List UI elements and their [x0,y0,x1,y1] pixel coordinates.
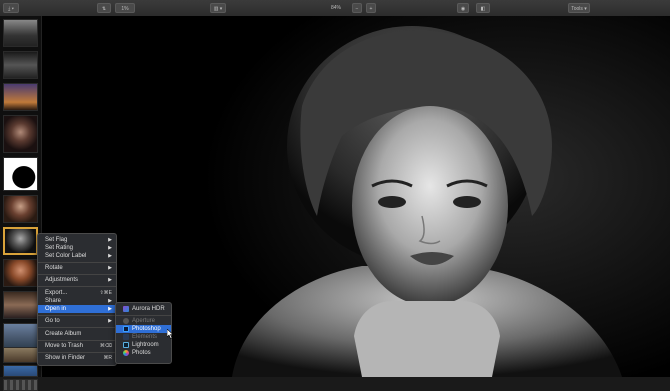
menu-item-create-album[interactable]: Create Album [38,330,116,338]
submenu-item-lightroom[interactable]: Lightroom [116,341,171,349]
submenu-label: Aperture [132,318,156,324]
submenu-arrow-icon: ▶ [108,253,112,259]
tools-button[interactable]: Tools ▾ [568,3,590,13]
top-toolbar: ⤓ ▾ ⇅ 1% ▥ ▾ 84% − + ◉ ◧ Tools ▾ [0,0,670,17]
menu-label: Adjustments [45,277,79,283]
submenu-item-elements: Elements [116,333,171,341]
thumbnail-sidebar[interactable] [0,16,42,391]
thumbnail-street[interactable] [3,19,38,47]
submenu-label: Elements [132,334,158,340]
submenu-arrow-icon: ▶ [108,265,112,271]
submenu-arrow-icon: ▶ [108,318,112,324]
menu-item-export[interactable]: Export... ⇧⌘E [38,289,116,297]
thumbnail-portrait[interactable] [3,115,38,153]
menu-label: Share [45,298,62,304]
menu-label: Rotate [45,265,63,271]
zoom-out-button[interactable]: − [352,3,362,13]
submenu-label: Lightroom [132,342,159,348]
menu-label: Create Album [45,331,82,337]
photoshop-icon [123,326,129,332]
menu-item-set-color-label[interactable]: Set Color Label ▶ [38,252,116,260]
submenu-label: Photoshop [132,326,161,332]
menu-item-adjustments[interactable]: Adjustments ▶ [38,276,116,284]
submenu-label: Photos [132,350,151,356]
menu-divider [38,286,116,287]
submenu-arrow-icon: ▶ [108,237,112,243]
menu-item-open-in[interactable]: Open in ▶ [38,305,116,313]
menu-shortcut: ⌘R [103,355,112,361]
thumbnail-redhead[interactable] [3,259,38,287]
menu-shortcut: ⌘⌫ [99,343,112,349]
tools-label: Tools [571,6,583,12]
thumbnail-selected-portrait[interactable] [3,227,38,255]
menu-label: Show in Finder [45,355,86,361]
zoom-in-button[interactable]: + [366,3,376,13]
thumbnail-cafe[interactable] [3,347,38,363]
menu-divider [38,262,116,263]
submenu-item-photos[interactable]: Photos [116,349,171,357]
mouse-cursor-icon [167,329,174,339]
menu-divider [38,352,116,353]
menu-item-go-to[interactable]: Go to ▶ [38,317,116,325]
menu-item-set-rating[interactable]: Set Rating ▶ [38,244,116,252]
lightroom-icon [123,342,129,348]
menu-item-move-to-trash[interactable]: Move to Trash ⌘⌫ [38,342,116,350]
thumbnail-woman-sitting[interactable] [3,291,38,319]
menu-label: Set Flag [45,237,68,243]
split-view-button[interactable]: ◧ [476,3,490,13]
context-menu: Set Flag ▶ Set Rating ▶ Set Color Label ▶ R… [37,233,117,366]
layout-button[interactable]: ▥ ▾ [210,3,226,13]
thumbnail-ocean[interactable] [3,365,38,377]
submenu-item-aperture: Aperture [116,317,171,325]
menu-item-set-flag[interactable]: Set Flag ▶ [38,236,116,244]
menu-item-rotate[interactable]: Rotate ▶ [38,264,116,272]
sort-button[interactable]: ⇅ [97,3,111,13]
thumbnail-sunset[interactable] [3,83,38,111]
aurora-hdr-icon [123,306,129,312]
menu-label: Export... [45,290,68,296]
menu-divider [38,274,116,275]
submenu-arrow-icon: ▶ [108,245,112,251]
menu-label: Open in [45,306,67,312]
photos-icon [123,350,129,356]
menu-item-share[interactable]: Share ▶ [38,297,116,305]
menu-item-show-in-finder[interactable]: Show in Finder ⌘R [38,354,116,362]
submenu-arrow-icon: ▶ [108,306,112,312]
menu-shortcut: ⇧⌘E [99,290,112,296]
submenu-item-aurora-hdr[interactable]: Aurora HDR [116,305,171,313]
thumbnail-night-street[interactable] [3,51,38,79]
thumbnail-grid[interactable] [3,379,38,391]
open-in-submenu: Aurora HDR Aperture Photoshop Elements L… [115,302,172,364]
submenu-label: Aurora HDR [132,306,165,312]
view-size-value: 1% [121,6,129,12]
zoom-level: 84% [330,5,341,11]
submenu-item-photoshop[interactable]: Photoshop [116,325,171,333]
submenu-arrow-icon: ▶ [108,277,112,283]
aperture-icon [123,318,129,324]
menu-label: Set Rating [45,245,74,251]
elements-icon [123,334,129,340]
menu-divider [38,340,116,341]
menu-divider [38,327,116,328]
view-size-select[interactable]: 1% [115,3,135,13]
submenu-arrow-icon: ▶ [108,298,112,304]
compare-button[interactable]: ◉ [457,3,469,13]
import-button[interactable]: ⤓ ▾ [3,3,19,13]
menu-divider [38,315,116,316]
menu-label: Set Color Label [45,253,87,259]
menu-label: Move to Trash [45,343,84,349]
menu-divider [116,315,171,316]
thumbnail-silhouette[interactable] [3,157,38,191]
menu-label: Go to [45,318,60,324]
thumbnail-woman-hair[interactable] [3,195,38,223]
